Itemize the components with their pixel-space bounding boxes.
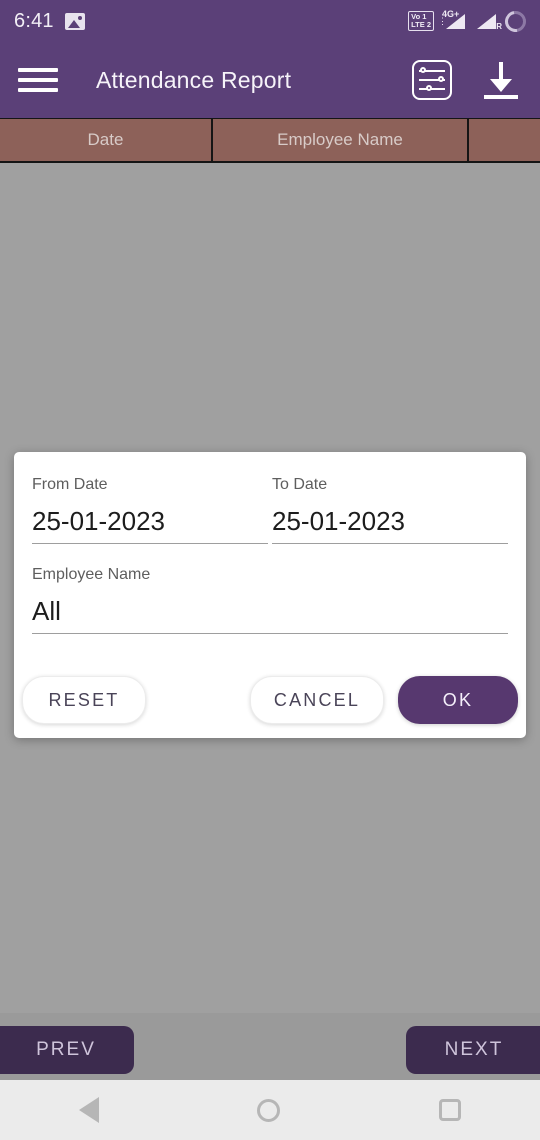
from-date-value[interactable]: 25-01-2023 — [32, 506, 268, 544]
reset-button[interactable]: RESET — [22, 676, 146, 724]
dialog-actions: RESET CANCEL OK — [22, 676, 518, 724]
status-bar-clock: 6:41 — [14, 9, 54, 32]
from-date-field[interactable]: From Date 25-01-2023 — [32, 476, 268, 544]
employee-name-field[interactable]: Employee Name All — [32, 566, 508, 634]
battery-charging-icon — [500, 6, 531, 36]
date-range-row: From Date 25-01-2023 To Date 25-01-2023 — [32, 476, 508, 544]
status-bar: 6:41 Vo 1 LTE 2 ⋮ 4G+ R — [0, 0, 540, 42]
table-column-header-employee-name[interactable]: Employee Name — [213, 118, 469, 163]
roaming-label: R — [496, 22, 502, 31]
slider-knob — [438, 75, 444, 82]
ok-button[interactable]: OK — [398, 676, 518, 724]
hamburger-bar — [18, 68, 58, 72]
to-date-field[interactable]: To Date 25-01-2023 — [272, 476, 508, 544]
image-icon — [64, 12, 85, 30]
hamburger-bar — [18, 78, 58, 82]
signal-strength-icon-sim1: ⋮ 4G+ — [438, 9, 465, 30]
to-date-value[interactable]: 25-01-2023 — [272, 506, 508, 544]
slider-knob — [420, 66, 426, 73]
cancel-button[interactable]: CANCEL — [250, 676, 384, 724]
app-bar-actions — [412, 59, 522, 101]
signal-bars-icon — [477, 14, 496, 29]
employee-name-label: Employee Name — [32, 566, 151, 583]
android-nav-bar — [0, 1080, 540, 1140]
volte-icon: Vo 1 LTE 2 — [408, 11, 434, 31]
slider-knob — [426, 84, 432, 91]
signal-bars-icon — [446, 14, 465, 29]
employee-name-value[interactable]: All — [32, 596, 508, 634]
download-icon[interactable] — [480, 59, 522, 101]
app-bar: Attendance Report — [0, 42, 540, 118]
download-baseline — [484, 95, 518, 99]
hamburger-bar — [18, 88, 58, 92]
recents-square-icon[interactable] — [438, 1099, 461, 1121]
filter-dialog: From Date 25-01-2023 To Date 25-01-2023 … — [14, 452, 526, 738]
signal-strength-icon-sim2: R — [474, 12, 502, 31]
prev-page-button[interactable]: PREV — [0, 1026, 134, 1074]
table-column-header-extra[interactable] — [469, 118, 540, 163]
download-arrow-head — [489, 79, 512, 92]
hamburger-menu-icon[interactable] — [18, 65, 58, 95]
home-circle-icon[interactable] — [257, 1098, 281, 1122]
phone-screen: 6:41 Vo 1 LTE 2 ⋮ 4G+ R Attendance Repor… — [0, 0, 540, 1140]
filter-sliders-icon[interactable] — [412, 60, 452, 100]
from-date-label: From Date — [32, 476, 108, 493]
pagination-bar: PREV NEXT — [0, 1013, 540, 1080]
table-column-header-date[interactable]: Date — [0, 118, 213, 163]
table-header-row: Date Employee Name — [0, 118, 540, 163]
page-title: Attendance Report — [96, 66, 292, 93]
status-bar-right: Vo 1 LTE 2 ⋮ 4G+ R — [408, 6, 531, 36]
status-bar-left: 6:41 — [14, 10, 85, 33]
volte-line-2: LTE 2 — [411, 20, 431, 29]
back-triangle-icon[interactable] — [79, 1097, 100, 1123]
slider-track — [419, 88, 445, 91]
next-page-button[interactable]: NEXT — [406, 1026, 540, 1074]
to-date-label: To Date — [272, 476, 328, 493]
